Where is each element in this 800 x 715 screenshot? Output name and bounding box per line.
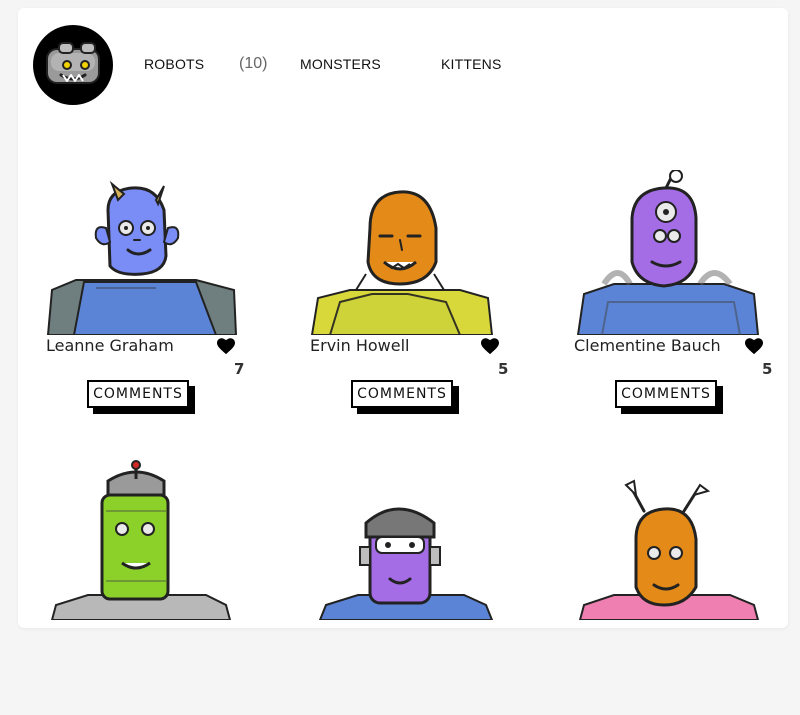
nav-monsters-label: MONSTERS bbox=[300, 56, 381, 72]
heart-icon[interactable] bbox=[744, 337, 764, 355]
card-3-comments-label: COMMENTS bbox=[621, 386, 711, 402]
card-1: Leanne Graham 7 COMMENTS bbox=[46, 170, 266, 430]
nav-count: (10) bbox=[239, 55, 268, 72]
robot-head-icon bbox=[46, 42, 100, 84]
orange-robot-avatar bbox=[310, 190, 494, 335]
card-1-likes: 7 bbox=[234, 360, 245, 378]
card-3-likes: 5 bbox=[762, 360, 773, 378]
card-2: Ervin Howell 5 COMMENTS bbox=[310, 170, 530, 430]
nav-kittens-label: KITTENS bbox=[441, 56, 502, 72]
card-4 bbox=[46, 455, 266, 715]
card-2-likes: 5 bbox=[498, 360, 509, 378]
card-2-comments-button[interactable]: COMMENTS bbox=[351, 380, 453, 408]
robot-logo-icon[interactable] bbox=[33, 25, 113, 105]
card-1-comments-label: COMMENTS bbox=[93, 386, 183, 402]
nav-robots[interactable]: ROBOTS bbox=[144, 56, 204, 72]
green-robot-avatar bbox=[50, 460, 232, 620]
blue-monster-avatar bbox=[46, 180, 238, 335]
heart-icon[interactable] bbox=[480, 337, 500, 355]
orange-alien-avatar bbox=[578, 479, 760, 620]
nav-robots-label: ROBOTS bbox=[144, 56, 205, 72]
card-2-name: Ervin Howell bbox=[310, 336, 410, 355]
card-3-name: Clementine Bauch bbox=[574, 336, 721, 355]
card-1-name: Leanne Graham bbox=[46, 336, 174, 355]
nav-monsters[interactable]: MONSTERS bbox=[300, 56, 381, 72]
card-1-comments-button[interactable]: COMMENTS bbox=[87, 380, 189, 408]
nav-kittens[interactable]: KITTENS bbox=[441, 56, 502, 72]
card-2-comments-label: COMMENTS bbox=[357, 386, 447, 402]
heart-icon[interactable] bbox=[216, 337, 236, 355]
card-6 bbox=[574, 455, 794, 715]
card-3-comments-button[interactable]: COMMENTS bbox=[615, 380, 717, 408]
purple-robot-avatar bbox=[318, 507, 494, 620]
purple-alien-avatar bbox=[576, 170, 760, 335]
card-5 bbox=[310, 455, 530, 715]
card-3: Clementine Bauch 5 COMMENTS bbox=[574, 170, 794, 430]
